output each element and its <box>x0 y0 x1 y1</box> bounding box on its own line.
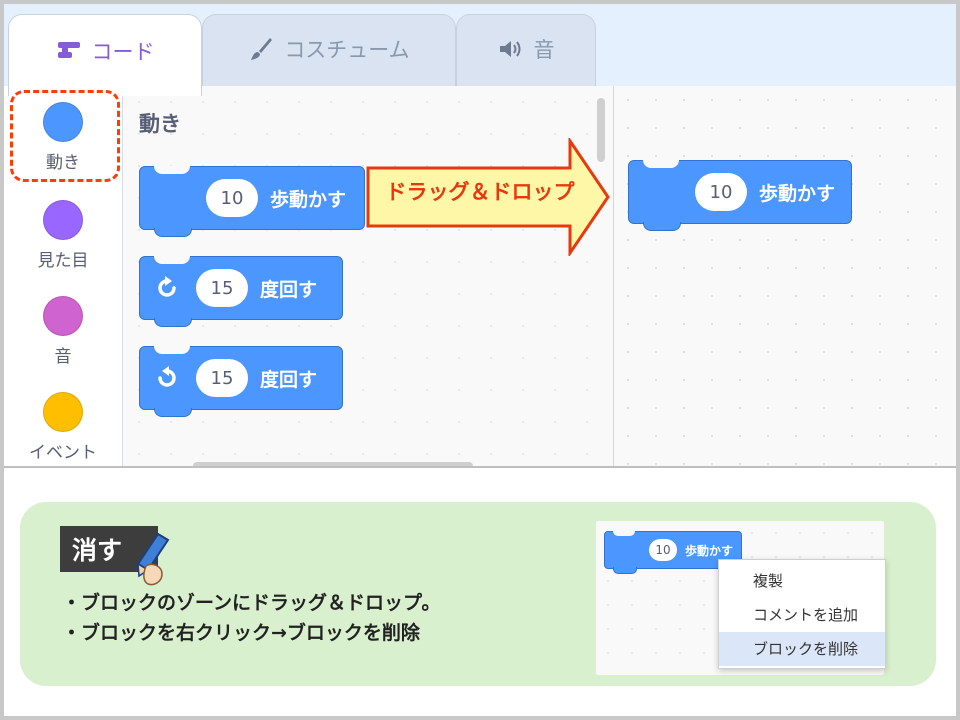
tab-sounds-label: 音 <box>533 37 555 62</box>
context-menu-screenshot: 10 歩動かす 複製 コメントを追加 ブロックを削除 <box>596 521 886 675</box>
drag-drop-label: ドラッグ＆ドロップ <box>385 180 575 204</box>
category-events-label: イベント <box>29 443 97 463</box>
script-workspace[interactable]: 10 歩動かす <box>614 86 956 466</box>
menu-item-add-comment[interactable]: コメントを追加 <box>719 598 885 632</box>
move-steps-block[interactable]: 10 歩動かす <box>139 166 365 237</box>
menu-item-delete-block[interactable]: ブロックを削除 <box>719 632 885 666</box>
workspace-move-steps-block[interactable]: 10 歩動かす <box>628 160 852 231</box>
move-steps-label: 歩動かす <box>270 188 347 211</box>
instruction-line-1: ・ブロックのゾーンにドラッグ＆ドロップ。 <box>62 592 441 614</box>
tab-code[interactable]: コード <box>8 14 202 96</box>
brush-icon <box>248 36 274 62</box>
slide-frame: コード コスチューム 音 動き 見た目 音 イベント 動き 10 歩動かす 15… <box>4 4 956 716</box>
mini-move-steps-value: 10 <box>649 539 677 561</box>
category-events[interactable]: イベント <box>4 392 122 463</box>
rotate-left-icon <box>150 365 184 391</box>
palette-title: 動き <box>139 112 181 136</box>
category-sound-label: 音 <box>54 347 72 367</box>
instruction-line-2: ・ブロックを右クリック→ブロックを削除 <box>62 622 420 644</box>
turn-right-label: 度回す <box>260 278 318 301</box>
mini-move-steps-label: 歩動かす <box>685 543 734 558</box>
turn-left-label: 度回す <box>260 368 318 391</box>
sound-dot-icon <box>43 296 83 336</box>
turn-left-block[interactable]: 15 度回す <box>139 346 343 417</box>
tab-costumes-label: コスチューム <box>284 37 410 62</box>
events-dot-icon <box>43 392 83 432</box>
looks-dot-icon <box>43 200 83 240</box>
tab-sounds[interactable]: 音 <box>456 14 596 92</box>
menu-item-duplicate[interactable]: 複製 <box>719 564 885 598</box>
turn-right-value[interactable]: 15 <box>196 269 248 307</box>
turn-left-value[interactable]: 15 <box>196 359 248 397</box>
context-menu: 複製 コメントを追加 ブロックを削除 <box>718 559 886 669</box>
turn-right-block[interactable]: 15 度回す <box>139 256 343 327</box>
scratch-editor: コード コスチューム 音 動き 見た目 音 イベント 動き 10 歩動かす 15… <box>4 4 956 466</box>
workspace-move-steps-value[interactable]: 10 <box>695 173 747 211</box>
rotate-right-icon <box>150 275 184 301</box>
pencil-hand-icon <box>136 532 170 586</box>
category-looks-label: 見た目 <box>37 251 89 271</box>
speaker-icon <box>498 36 524 62</box>
workspace-move-steps-label: 歩動かす <box>759 182 836 205</box>
category-looks[interactable]: 見た目 <box>4 200 122 271</box>
code-icon <box>56 38 82 64</box>
move-steps-value[interactable]: 10 <box>206 179 258 217</box>
palette-horizontal-scrollbar[interactable] <box>193 462 473 466</box>
category-sound[interactable]: 音 <box>4 296 122 367</box>
section-divider <box>4 466 956 468</box>
tab-code-label: コード <box>91 39 155 64</box>
motion-category-highlight <box>10 90 120 182</box>
tab-costumes[interactable]: コスチューム <box>202 14 456 92</box>
